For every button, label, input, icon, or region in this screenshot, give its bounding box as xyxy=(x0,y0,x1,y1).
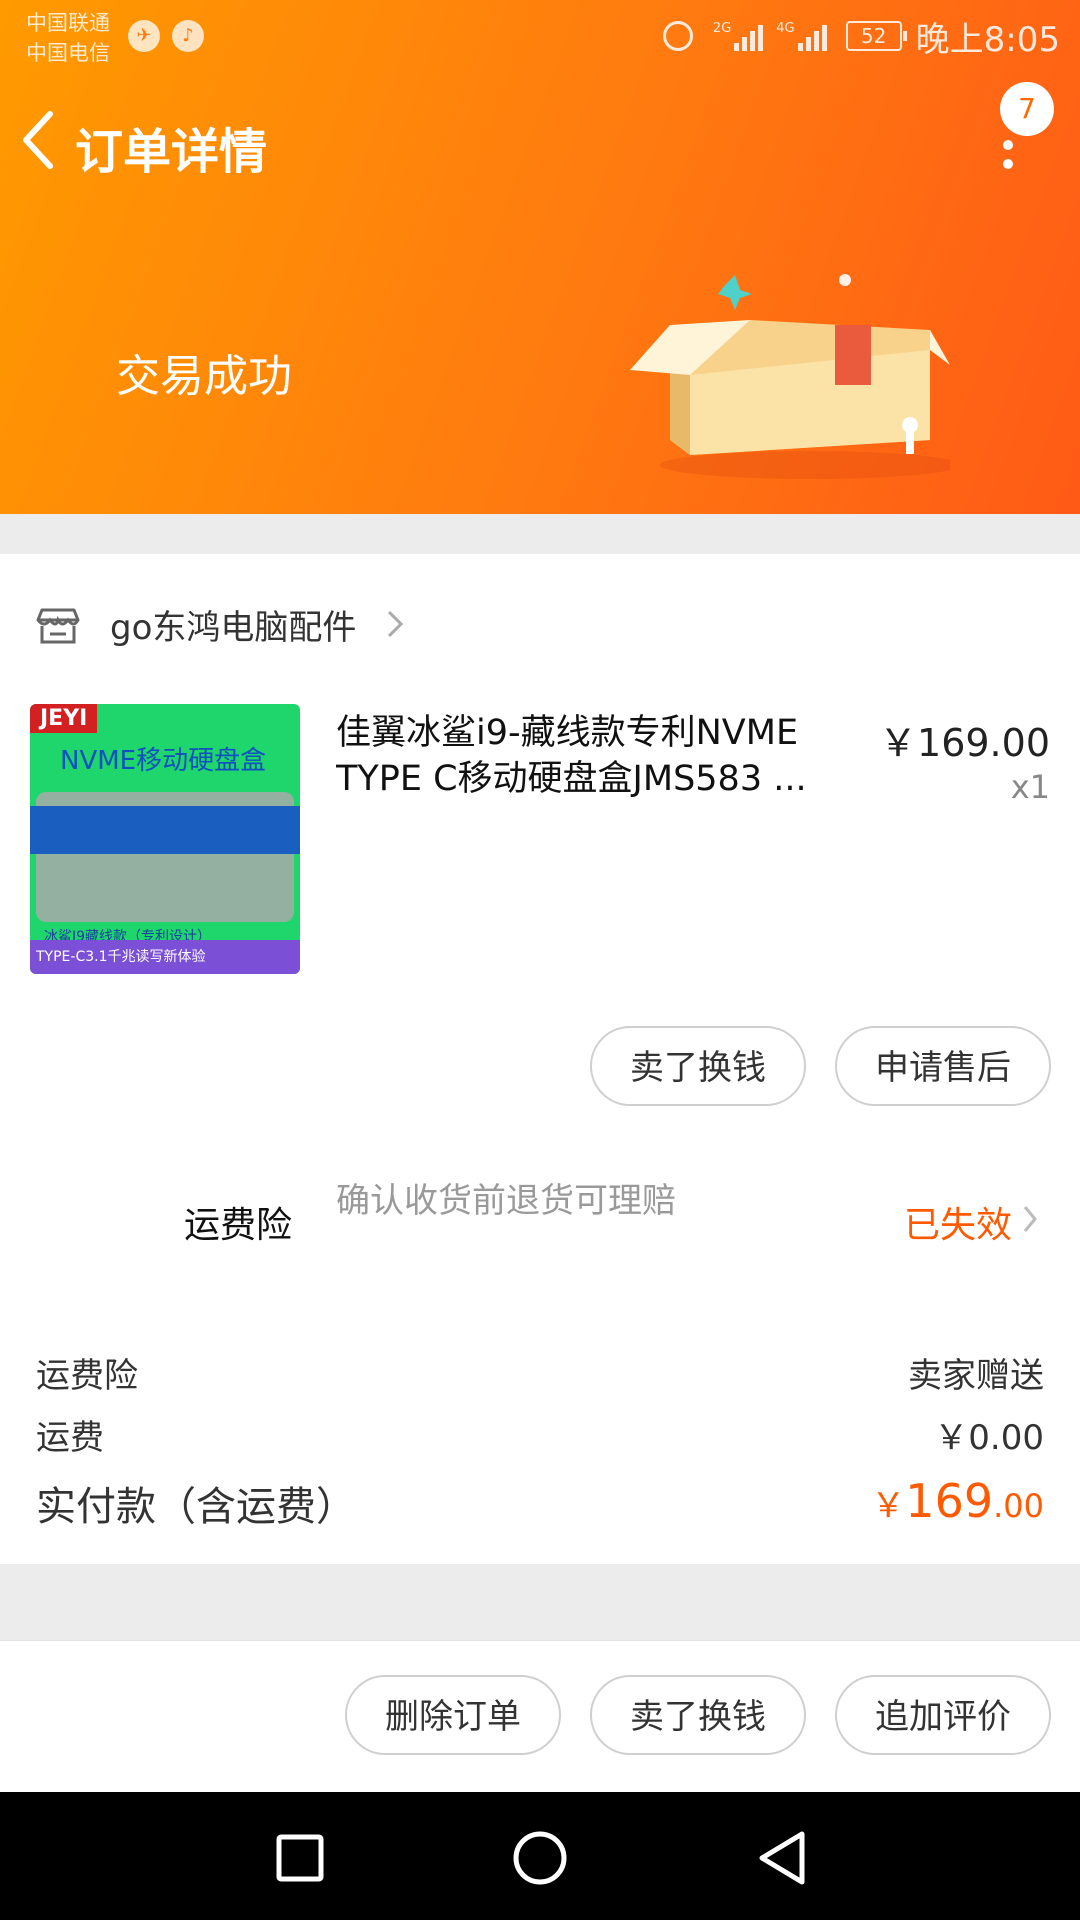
system-navigation-bar xyxy=(0,1792,1080,1920)
carrier-1: 中国联通 xyxy=(26,11,110,35)
notification-app-icon: ✈ xyxy=(128,20,160,52)
product-price: ￥169.00 xyxy=(879,721,1050,765)
product-image-brand: JEYI xyxy=(30,704,98,733)
paid-currency: ￥ xyxy=(871,1486,906,1526)
signal-icon: 2G xyxy=(713,21,766,51)
bottom-action-bar: 删除订单 卖了换钱 追加评价 xyxy=(0,1640,1080,1793)
order-status: 交易成功 xyxy=(116,351,292,402)
product-image[interactable]: JEYI NVME移动硬盘盒 冰鲨I9藏线款（专利设计） TYPE-C3.1千兆… xyxy=(30,704,300,974)
signal-icon-2: 4G xyxy=(776,21,829,51)
delete-order-button[interactable]: 删除订单 xyxy=(345,1675,561,1755)
paid-integer: 169 xyxy=(905,1474,994,1528)
network-type-1: 2G xyxy=(712,21,732,36)
summary-insurance-label: 运费险 xyxy=(36,1356,138,1396)
product-name[interactable]: 佳翼冰鲨i9-藏线款专利NVME TYPE C移动硬盘盒JMS583 ... xyxy=(336,710,836,802)
notification-audio-icon: ♪ xyxy=(172,20,204,52)
insurance-description: 确认收货前退货可理赔 xyxy=(336,1181,676,1221)
sell-item-button[interactable]: 卖了换钱 xyxy=(590,1026,806,1106)
summary-shipping-label: 运费 xyxy=(36,1418,104,1458)
page-title: 订单详情 xyxy=(75,124,268,180)
alarm-icon xyxy=(662,21,693,51)
order-card: go东鸿电脑配件 JEYI NVME移动硬盘盒 冰鲨I9藏线款（专利设计） TY… xyxy=(0,554,1080,1564)
insurance-label: 运费险 xyxy=(184,1205,293,1246)
gift-box-illustration xyxy=(630,274,950,479)
shop-name: go东鸿电脑配件 xyxy=(110,607,357,648)
carrier-2: 中国电信 xyxy=(26,41,110,65)
status-bar-carriers: 中国联通 中国电信 xyxy=(26,8,110,68)
product-image-footer: TYPE-C3.1千兆读写新体验 xyxy=(30,940,300,974)
summary-insurance-row: 运费险 卖家赠送 xyxy=(36,1348,1044,1397)
more-menu-icon[interactable] xyxy=(1003,140,1015,178)
product-image-headline: NVME移动硬盘盒 xyxy=(60,746,267,776)
summary-insurance-value: 卖家赠送 xyxy=(908,1356,1044,1396)
sell-order-button[interactable]: 卖了换钱 xyxy=(590,1675,806,1755)
status-bar-indicators: 2G 4G 52 晚上8:05 xyxy=(662,16,1060,60)
product-quantity: x1 xyxy=(1010,768,1050,806)
paid-decimal: .00 xyxy=(993,1487,1044,1525)
back-nav-icon[interactable] xyxy=(756,1830,808,1886)
summary-paid-amount: ￥169.00 xyxy=(871,1474,1044,1532)
summary-paid-row: 实付款（含运费） ￥169.00 xyxy=(36,1474,1044,1532)
after-sale-button[interactable]: 申请售后 xyxy=(835,1026,1051,1106)
insurance-state[interactable]: 已失效 xyxy=(904,1196,1012,1248)
add-review-button[interactable]: 追加评价 xyxy=(835,1675,1051,1755)
insurance-chevron-icon[interactable] xyxy=(1022,1204,1038,1234)
summary-paid-label: 实付款（含运费） xyxy=(36,1484,356,1530)
shop-row[interactable]: go东鸿电脑配件 xyxy=(36,594,404,654)
recent-apps-icon[interactable] xyxy=(276,1834,324,1882)
chevron-right-icon xyxy=(388,610,404,638)
summary-shipping-row: 运费 ￥0.00 xyxy=(36,1410,1044,1459)
clock: 晚上8:05 xyxy=(915,19,1060,60)
order-header: 中国联通 中国电信 ✈ ♪ 2G 4G 52 晚上8:05 订单详情 7 交易成… xyxy=(0,0,1080,514)
home-icon[interactable] xyxy=(512,1830,568,1886)
battery-icon: 52 xyxy=(845,21,907,51)
product-image-band xyxy=(30,806,300,854)
store-icon xyxy=(36,608,80,644)
summary-shipping-value: ￥0.00 xyxy=(934,1418,1044,1458)
back-arrow-icon[interactable] xyxy=(18,110,58,170)
message-count-badge[interactable]: 7 xyxy=(1000,82,1054,136)
network-type-2: 4G xyxy=(776,21,795,36)
